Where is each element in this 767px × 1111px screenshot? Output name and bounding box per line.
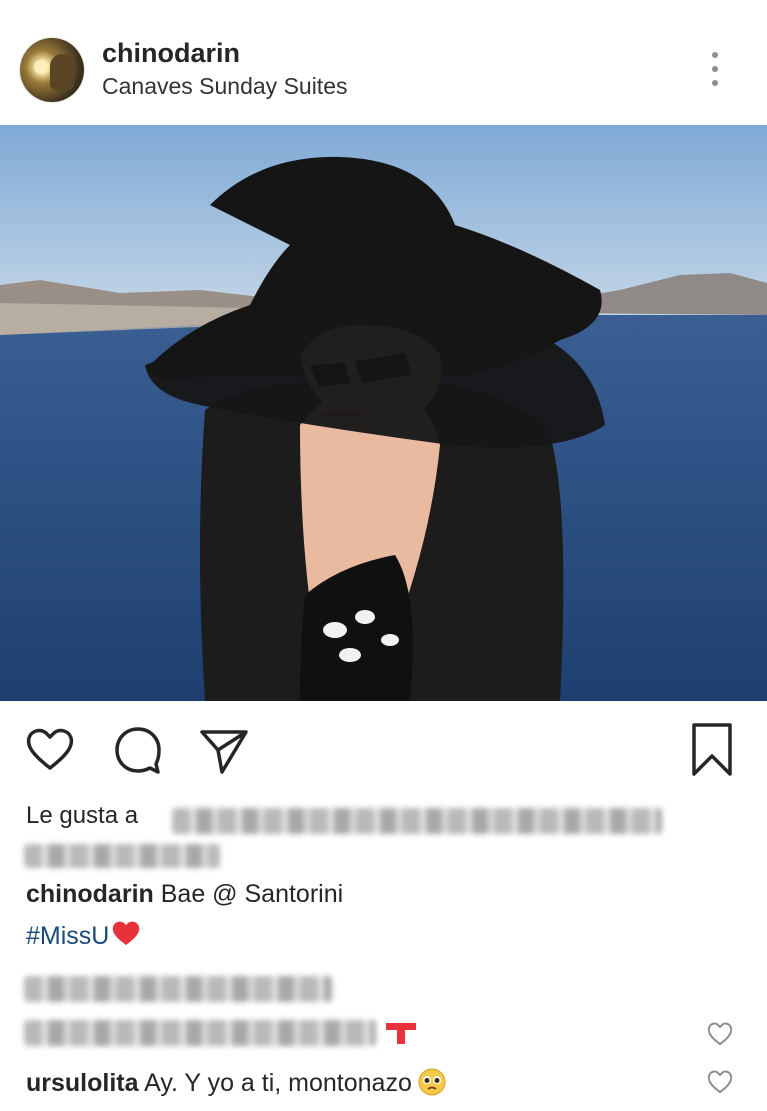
post-location[interactable]: Canaves Sunday Suites: [102, 73, 348, 100]
emoji-redacted-icon: [386, 1020, 416, 1046]
caption-text: Bae @ Santorini: [160, 880, 344, 908]
comment-username[interactable]: ursulolita: [26, 1069, 139, 1097]
red-heart-icon: [111, 920, 141, 953]
caption-hashtag[interactable]: #MissU: [26, 922, 109, 950]
post-actions: [0, 722, 767, 782]
avatar-light: [34, 60, 48, 74]
likes-count-redacted: [24, 844, 220, 868]
post-header: chinodarin Canaves Sunday Suites: [0, 0, 767, 124]
view-comments-redacted[interactable]: [24, 976, 332, 1002]
post-photo[interactable]: [0, 125, 767, 701]
photo-illustration: [0, 125, 767, 701]
comment-icon[interactable]: [110, 722, 166, 778]
likes-text: Le gusta a: [26, 802, 139, 829]
more-options-icon[interactable]: [700, 50, 730, 90]
comment-like-heart-icon[interactable]: [706, 1021, 734, 1047]
likes-names-redacted: [172, 808, 662, 834]
comment-text: Ay. Y yo a ti, montonazo: [144, 1069, 412, 1097]
caption: chinodarin Bae @ Santorini: [26, 880, 343, 909]
pleading-face-icon: [418, 1068, 446, 1096]
avatar-figure: [50, 54, 74, 90]
comment-redacted: [24, 1020, 376, 1046]
heart-icon[interactable]: [22, 722, 78, 778]
comment-like-heart-icon[interactable]: [706, 1069, 734, 1095]
avatar[interactable]: [20, 38, 84, 102]
send-icon[interactable]: [196, 722, 252, 778]
comment-row: ursulolita Ay. Y yo a ti, montonazo: [26, 1068, 446, 1098]
bookmark-icon[interactable]: [684, 722, 740, 778]
post-username[interactable]: chinodarin: [102, 38, 240, 69]
caption-hashtag-line: #MissU: [26, 920, 141, 953]
caption-username[interactable]: chinodarin: [26, 880, 154, 908]
